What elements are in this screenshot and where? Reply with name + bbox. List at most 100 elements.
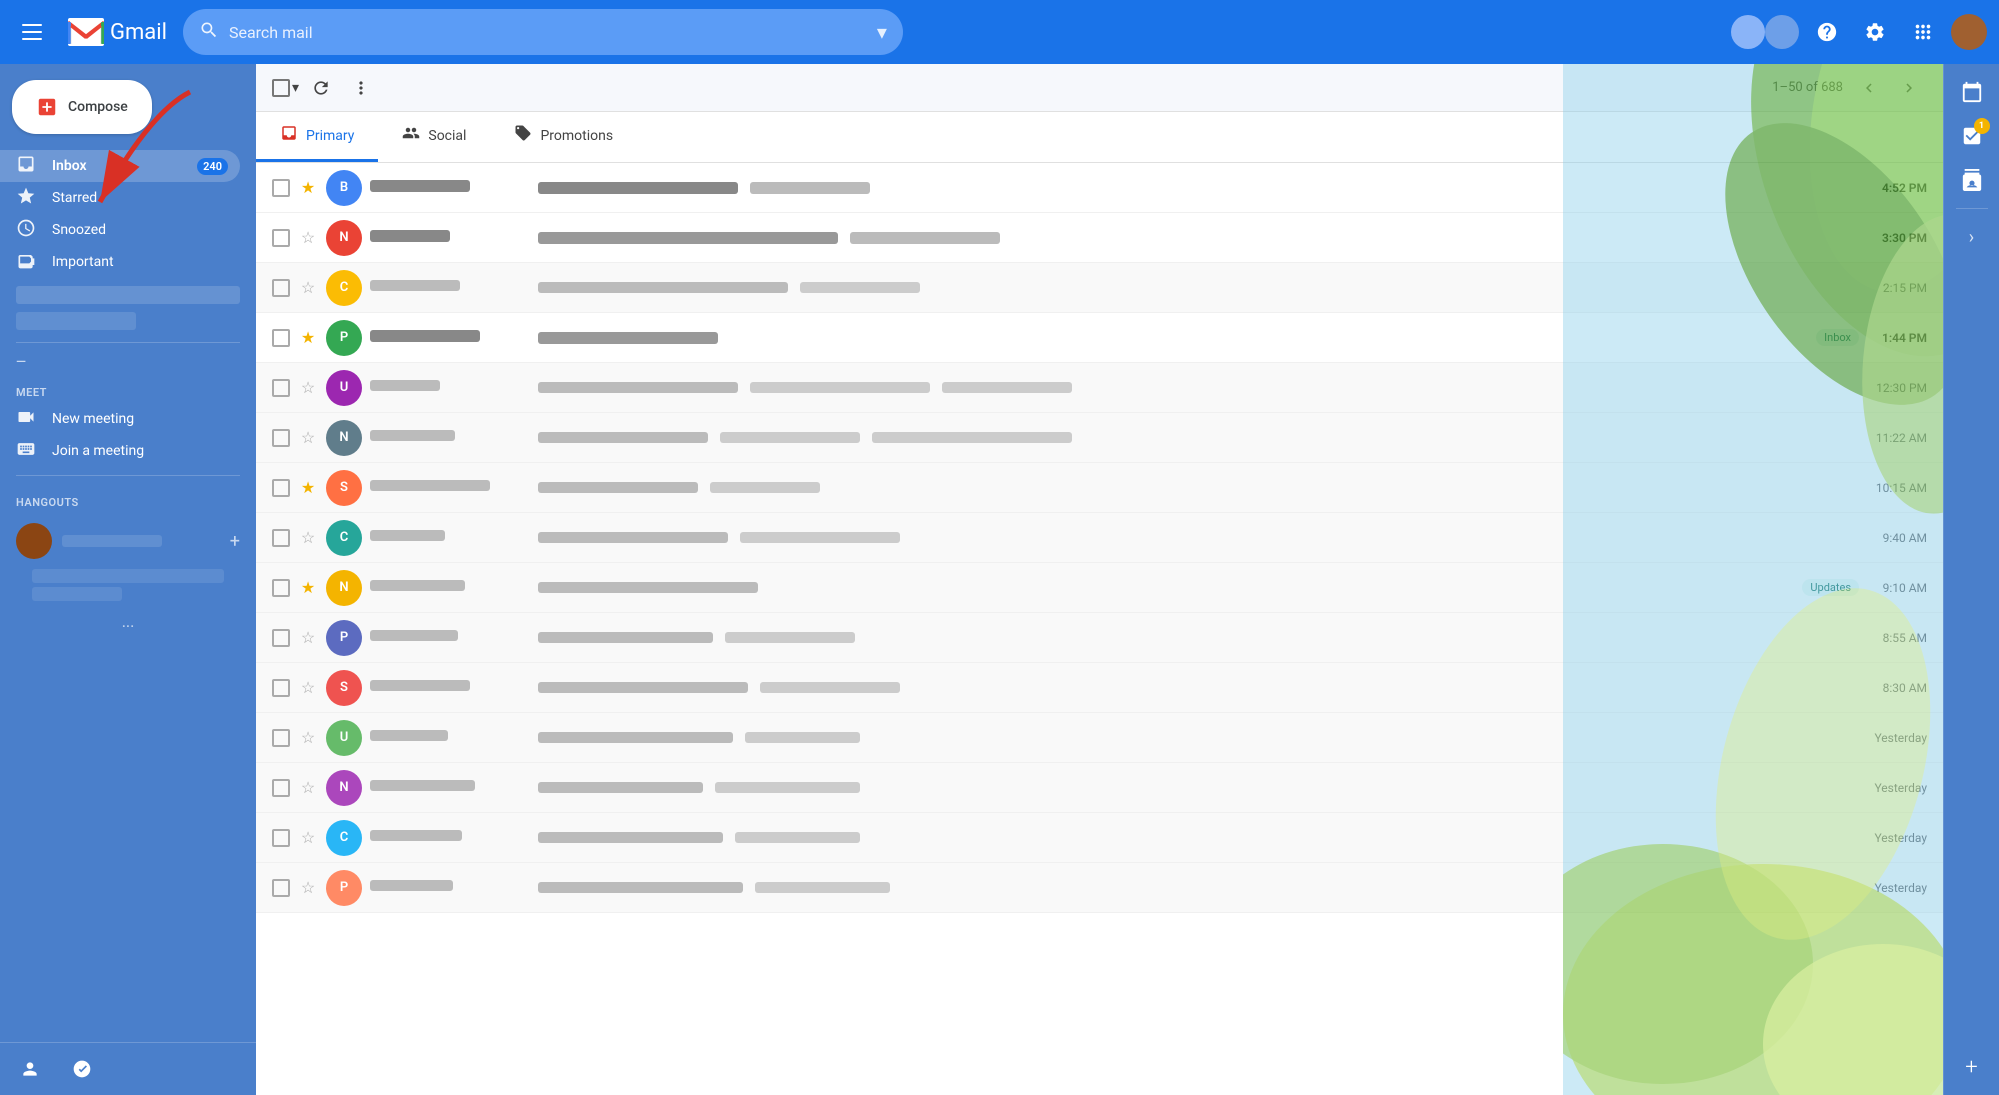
sidebar-more-button[interactable]: ··· xyxy=(0,613,256,640)
sidebar-item-new-meeting[interactable]: New meeting xyxy=(0,403,240,435)
tasks-badge: 1 xyxy=(1974,118,1990,134)
email-row[interactable]: ☆ U Yesterday xyxy=(256,713,1943,763)
email-row[interactable]: ★ S 10:15 AM xyxy=(256,463,1943,513)
email-row[interactable]: ★ B 4:52 PM xyxy=(256,163,1943,213)
email-row[interactable]: ★ N Updates 9:10 AM xyxy=(256,563,1943,613)
menu-button[interactable] xyxy=(12,12,52,52)
email-sender xyxy=(370,580,530,595)
join-meeting-label: Join a meeting xyxy=(52,443,228,459)
star-icon[interactable]: ☆ xyxy=(298,228,318,248)
select-dropdown-arrow[interactable]: ▾ xyxy=(292,80,299,96)
email-checkbox[interactable] xyxy=(272,679,290,697)
star-icon[interactable]: ☆ xyxy=(298,628,318,648)
sidebar-item-join-meeting[interactable]: Join a meeting xyxy=(0,435,240,467)
email-row[interactable]: ☆ C 9:40 AM xyxy=(256,513,1943,563)
compose-button[interactable]: Compose xyxy=(12,80,152,134)
sidebar-item-starred[interactable]: Starred xyxy=(0,182,240,214)
account-avatar-2[interactable] xyxy=(1765,15,1799,49)
email-row[interactable]: ☆ U 12:30 PM xyxy=(256,363,1943,413)
star-icon[interactable]: ★ xyxy=(298,578,318,598)
toolbar: ▾ 1–50 of 688 xyxy=(256,64,1943,112)
email-sender xyxy=(370,730,530,745)
email-checkbox[interactable] xyxy=(272,879,290,897)
email-checkbox[interactable] xyxy=(272,379,290,397)
search-icon xyxy=(199,20,219,45)
email-row[interactable]: ☆ C Yesterday xyxy=(256,813,1943,863)
hangout-name-blur-1 xyxy=(62,535,162,547)
email-checkbox[interactable] xyxy=(272,279,290,297)
star-icon[interactable]: ★ xyxy=(298,478,318,498)
email-avatar: C xyxy=(326,520,362,556)
email-checkbox[interactable] xyxy=(272,479,290,497)
hangouts-icon[interactable] xyxy=(64,1051,100,1087)
next-page-button[interactable] xyxy=(1891,70,1927,106)
tasks-icon-button[interactable]: 1 xyxy=(1952,116,1992,156)
add-icon-button[interactable]: + xyxy=(1952,1047,1992,1087)
right-sidebar-divider xyxy=(1956,208,1988,209)
compose-label: Compose xyxy=(68,99,128,115)
user-avatar[interactable] xyxy=(1951,14,1987,50)
star-icon[interactable]: ☆ xyxy=(298,878,318,898)
email-checkbox[interactable] xyxy=(272,179,290,197)
search-dropdown-icon[interactable]: ▾ xyxy=(877,20,887,44)
email-checkbox[interactable] xyxy=(272,629,290,647)
email-checkbox[interactable] xyxy=(272,729,290,747)
star-icon[interactable]: ☆ xyxy=(298,528,318,548)
meet-collapse-icon[interactable]: — xyxy=(16,355,26,370)
email-sender xyxy=(370,230,530,245)
star-icon[interactable]: ☆ xyxy=(298,778,318,798)
email-row[interactable]: ☆ N 3:30 PM xyxy=(256,213,1943,263)
hangout-user-1[interactable]: + xyxy=(16,517,240,565)
star-icon[interactable]: ☆ xyxy=(298,378,318,398)
star-icon[interactable]: ☆ xyxy=(298,428,318,448)
search-input[interactable]: Search mail xyxy=(229,23,867,42)
email-checkbox[interactable] xyxy=(272,779,290,797)
email-row[interactable]: ☆ C 2:15 PM xyxy=(256,263,1943,313)
compose-plus-icon xyxy=(36,96,58,118)
email-row[interactable]: ☆ S 8:30 AM xyxy=(256,663,1943,713)
email-checkbox[interactable] xyxy=(272,329,290,347)
more-toolbar-button[interactable] xyxy=(343,70,379,106)
email-row[interactable]: ☆ N 11:22 AM xyxy=(256,413,1943,463)
refresh-button[interactable] xyxy=(303,70,339,106)
apps-button[interactable] xyxy=(1903,12,1943,52)
email-checkbox[interactable] xyxy=(272,829,290,847)
tab-social[interactable]: Social xyxy=(378,112,490,162)
calendar-icon-button[interactable] xyxy=(1952,72,1992,112)
search-bar[interactable]: Search mail ▾ xyxy=(183,9,903,55)
email-body xyxy=(538,732,1859,743)
help-button[interactable] xyxy=(1807,12,1847,52)
settings-button[interactable] xyxy=(1855,12,1895,52)
sidebar-blur-2 xyxy=(16,312,136,330)
email-row[interactable]: ☆ P 8:55 AM xyxy=(256,613,1943,663)
star-icon[interactable]: ★ xyxy=(298,328,318,348)
sidebar-item-snoozed[interactable]: Snoozed xyxy=(0,214,240,246)
email-checkbox[interactable] xyxy=(272,529,290,547)
tab-primary[interactable]: Primary xyxy=(256,112,378,162)
email-row[interactable]: ★ P Inbox 1:44 PM xyxy=(256,313,1943,363)
hangout-add-icon[interactable]: + xyxy=(230,531,240,552)
clock-nav-icon xyxy=(16,218,36,243)
person-icon[interactable] xyxy=(12,1051,48,1087)
select-all-checkbox[interactable] xyxy=(272,79,290,97)
sidebar-item-important[interactable]: Important xyxy=(0,246,240,278)
email-checkbox[interactable] xyxy=(272,429,290,447)
top-bar: Gmail Search mail ▾ xyxy=(0,0,1999,64)
star-icon[interactable]: ☆ xyxy=(298,278,318,298)
prev-page-button[interactable] xyxy=(1851,70,1887,106)
select-all-wrap[interactable]: ▾ xyxy=(272,79,299,97)
email-row[interactable]: ☆ N Yesterday xyxy=(256,763,1943,813)
contacts-icon-button[interactable] xyxy=(1952,160,1992,200)
star-icon[interactable]: ☆ xyxy=(298,728,318,748)
star-icon[interactable]: ★ xyxy=(298,178,318,198)
sidebar-item-inbox[interactable]: Inbox 240 xyxy=(0,150,240,182)
email-checkbox[interactable] xyxy=(272,579,290,597)
gmail-logo[interactable]: Gmail xyxy=(68,18,167,46)
email-row[interactable]: ☆ P Yesterday xyxy=(256,863,1943,913)
right-sidebar-expand[interactable]: › xyxy=(1952,217,1992,257)
star-icon[interactable]: ☆ xyxy=(298,678,318,698)
account-avatar-1[interactable] xyxy=(1731,15,1765,49)
email-checkbox[interactable] xyxy=(272,229,290,247)
tab-promotions[interactable]: Promotions xyxy=(490,112,637,162)
star-icon[interactable]: ☆ xyxy=(298,828,318,848)
